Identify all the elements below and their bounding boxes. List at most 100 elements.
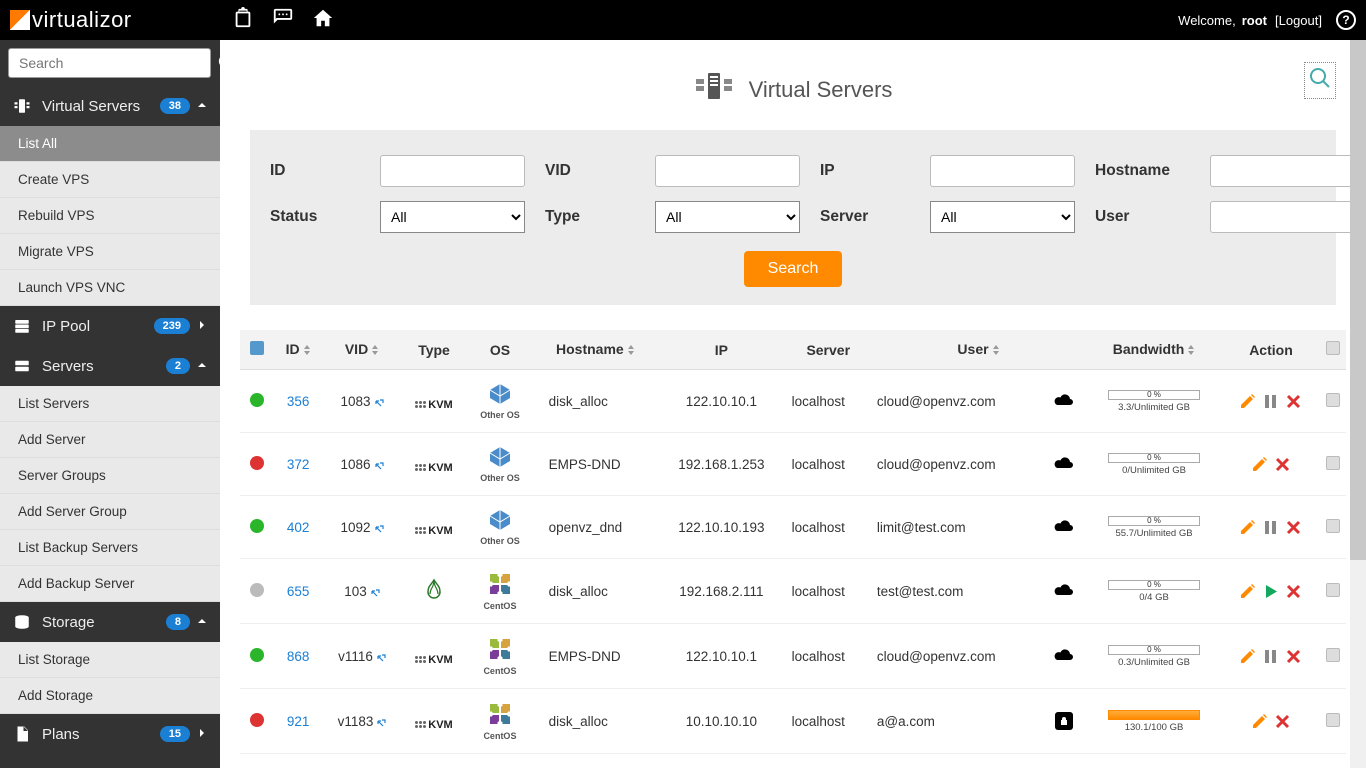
- edit-icon[interactable]: [1251, 713, 1268, 730]
- sidebar-sub-create vps[interactable]: Create VPS: [0, 162, 220, 198]
- row-checkbox[interactable]: [1326, 456, 1340, 470]
- bandwidth-bar: 0 %: [1108, 390, 1200, 400]
- cloud-icon: [1053, 455, 1075, 471]
- sidebar-item-virtual servers[interactable]: Virtual Servers 38: [0, 86, 220, 126]
- status-header-icon[interactable]: [250, 342, 264, 358]
- external-link-icon[interactable]: [374, 523, 384, 533]
- search-button[interactable]: Search: [744, 251, 843, 287]
- th-id[interactable]: ID: [274, 330, 322, 370]
- th-bandwidth[interactable]: Bandwidth: [1086, 330, 1222, 370]
- sidebar-sub-list storage[interactable]: List Storage: [0, 642, 220, 678]
- sidebar-sub-launch vps vnc[interactable]: Launch VPS VNC: [0, 270, 220, 306]
- th-ip[interactable]: IP: [657, 330, 785, 370]
- help-icon[interactable]: ?: [1336, 10, 1356, 30]
- external-link-icon[interactable]: [374, 460, 384, 470]
- sidebar-item-servers[interactable]: Servers 2: [0, 346, 220, 386]
- sidebar-sub-add backup server[interactable]: Add Backup Server: [0, 566, 220, 602]
- sidebar-sub-add server[interactable]: Add Server: [0, 422, 220, 458]
- sidebar-sub-add storage[interactable]: Add Storage: [0, 678, 220, 714]
- filter-input-hostname[interactable]: [1210, 155, 1355, 187]
- pause-icon[interactable]: [1262, 519, 1279, 536]
- bandwidth-text: 55.7/Unlimited GB: [1115, 528, 1192, 539]
- filter-input-id[interactable]: [380, 155, 525, 187]
- sidebar-sub-rebuild vps[interactable]: Rebuild VPS: [0, 198, 220, 234]
- select-all-checkbox[interactable]: [1326, 341, 1340, 355]
- sidebar-sub-list backup servers[interactable]: List Backup Servers: [0, 530, 220, 566]
- sidebar-sub-add server group[interactable]: Add Server Group: [0, 494, 220, 530]
- id-link[interactable]: 356: [287, 394, 310, 409]
- sidebar-sub-migrate vps[interactable]: Migrate VPS: [0, 234, 220, 270]
- kvm-icon: KVM: [415, 462, 452, 474]
- delete-icon[interactable]: [1285, 393, 1302, 410]
- bandwidth-text: 130.1/100 GB: [1125, 722, 1184, 733]
- pause-icon[interactable]: [1262, 393, 1279, 410]
- row-checkbox[interactable]: [1326, 713, 1340, 727]
- username[interactable]: root: [1242, 13, 1267, 28]
- filter-input-ip[interactable]: [930, 155, 1075, 187]
- count-badge: 239: [154, 318, 190, 334]
- chat-icon[interactable]: [272, 7, 294, 34]
- logout-link[interactable]: [Logout]: [1275, 13, 1322, 28]
- filter-input-user[interactable]: [1210, 201, 1355, 233]
- cloud-icon: [1053, 647, 1075, 663]
- chevron-up-icon: [196, 614, 208, 631]
- th-hostname[interactable]: Hostname: [534, 330, 658, 370]
- scrollbar[interactable]: [1350, 40, 1366, 768]
- sidebar-item-plans[interactable]: Plans 15: [0, 714, 220, 754]
- clipboard-icon[interactable]: [232, 7, 254, 34]
- edit-icon[interactable]: [1239, 583, 1256, 600]
- delete-icon[interactable]: [1274, 456, 1291, 473]
- sidebar-item-storage[interactable]: Storage 8: [0, 602, 220, 642]
- logo[interactable]: virtualizor: [10, 7, 132, 33]
- id-link[interactable]: 655: [287, 584, 310, 599]
- edit-icon[interactable]: [1239, 393, 1256, 410]
- play-icon[interactable]: [1262, 583, 1279, 600]
- delete-icon[interactable]: [1274, 713, 1291, 730]
- search-input[interactable]: [8, 48, 211, 78]
- os-label: Other OS: [480, 410, 520, 420]
- th-os[interactable]: OS: [466, 330, 533, 370]
- sidebar-sub-list all[interactable]: List All: [0, 126, 220, 162]
- row-checkbox[interactable]: [1326, 583, 1340, 597]
- filter-select-status[interactable]: All: [380, 201, 525, 233]
- external-link-icon[interactable]: [376, 717, 386, 727]
- id-link[interactable]: 372: [287, 457, 310, 472]
- id-link[interactable]: 402: [287, 520, 310, 535]
- row-checkbox[interactable]: [1326, 393, 1340, 407]
- kvm-icon: KVM: [415, 399, 452, 411]
- magnify-icon[interactable]: [1304, 62, 1336, 99]
- server-cell: localhost: [786, 624, 871, 689]
- filter-input-vid[interactable]: [655, 155, 800, 187]
- edit-icon[interactable]: [1239, 648, 1256, 665]
- sort-icon: [627, 342, 635, 358]
- sidebar-item-label: Servers: [42, 358, 166, 375]
- external-link-icon[interactable]: [376, 652, 386, 662]
- pause-icon[interactable]: [1262, 648, 1279, 665]
- cloud-icon: [1053, 392, 1075, 408]
- external-link-icon[interactable]: [374, 397, 384, 407]
- filter-select-server[interactable]: All: [930, 201, 1075, 233]
- edit-icon[interactable]: [1251, 456, 1268, 473]
- sidebar-sub-list servers[interactable]: List Servers: [0, 386, 220, 422]
- edit-icon[interactable]: [1239, 519, 1256, 536]
- delete-icon[interactable]: [1285, 583, 1302, 600]
- sidebar-item-ip pool[interactable]: IP Pool 239: [0, 306, 220, 346]
- row-checkbox[interactable]: [1326, 519, 1340, 533]
- th-user[interactable]: User: [871, 330, 1086, 370]
- row-checkbox[interactable]: [1326, 648, 1340, 662]
- status-dot: [250, 648, 264, 662]
- filter-select-type[interactable]: All: [655, 201, 800, 233]
- external-link-icon[interactable]: [370, 587, 380, 597]
- th-type[interactable]: Type: [402, 330, 467, 370]
- vid-value: v1183: [338, 714, 374, 729]
- th-server[interactable]: Server: [786, 330, 871, 370]
- delete-icon[interactable]: [1285, 519, 1302, 536]
- sort-icon: [303, 342, 311, 358]
- id-link[interactable]: 921: [287, 714, 310, 729]
- delete-icon[interactable]: [1285, 648, 1302, 665]
- th-vid[interactable]: VID: [322, 330, 401, 370]
- home-icon[interactable]: [312, 7, 334, 34]
- id-link[interactable]: 868: [287, 649, 310, 664]
- sidebar-sub-server groups[interactable]: Server Groups: [0, 458, 220, 494]
- servers-icon: [694, 71, 734, 110]
